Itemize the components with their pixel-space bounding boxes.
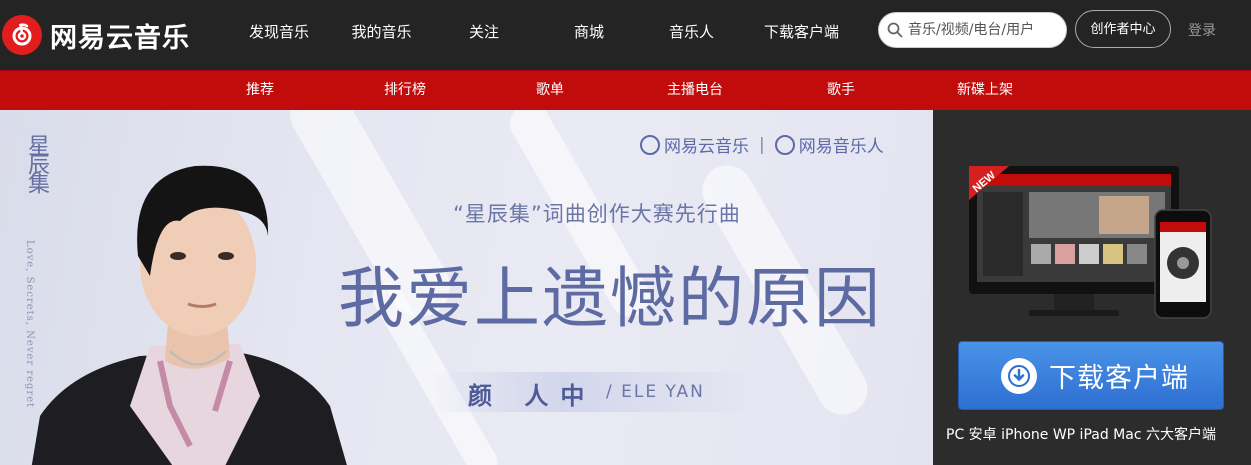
subnav-charts[interactable]: 排行榜 <box>384 71 426 111</box>
brand-netease-musician: 网易音乐人 <box>798 137 884 157</box>
search-icon <box>887 22 903 38</box>
brand-netease-music: 网易云音乐 <box>664 137 749 157</box>
top-bar: 网易云音乐 发现音乐 我的音乐 关注 商城 音乐人 下载客户端 创作者中心 登录 <box>0 0 1251 70</box>
download-client-button[interactable]: 下载客户端 <box>958 341 1224 410</box>
main-nav: 发现音乐 我的音乐 关注 商城 音乐人 下载客户端 <box>229 0 864 70</box>
subnav-radio[interactable]: 主播电台 <box>667 71 723 111</box>
download-panel: NEW 下载客户端 PC 安卓 iPhone WP iPad Mac 六大客户端 <box>933 110 1251 465</box>
nav-musician[interactable]: 音乐人 <box>644 0 739 70</box>
artist-portrait-image <box>31 165 347 465</box>
logo-text: 网易云音乐 <box>50 22 190 54</box>
download-button-label: 下载客户端 <box>1049 363 1189 394</box>
netease-music-logo-icon <box>640 134 660 155</box>
subnav-recommend[interactable]: 推荐 <box>246 71 274 111</box>
subnav-playlists[interactable]: 歌单 <box>536 71 564 111</box>
search-input[interactable] <box>906 21 1060 39</box>
banner-carousel[interactable]: 星辰集 Love, Secrets, Never regret 网易云音乐 | … <box>0 110 933 465</box>
banner-song-title: 我爱上遗憾的原因 <box>338 260 882 337</box>
partner-brands: 网易云音乐 | 网易音乐人 <box>640 132 884 157</box>
nav-mall[interactable]: 商城 <box>534 0 644 70</box>
subnav-artists[interactable]: 歌手 <box>827 71 855 111</box>
nav-download-client[interactable]: 下载客户端 <box>739 0 864 70</box>
logo[interactable]: 网易云音乐 <box>0 10 190 60</box>
netease-music-logo-icon <box>2 15 42 55</box>
artist-credit: 颜 人中 / ELE YAN <box>430 372 760 412</box>
artist-name-en: / ELE YAN <box>606 382 705 402</box>
banner-subtitle: “星辰集”词曲创作大赛先行曲 <box>453 202 741 226</box>
subnav-new-albums[interactable]: 新碟上架 <box>957 71 1013 111</box>
artist-name-cn: 颜 人中 <box>468 382 597 410</box>
divider: | <box>759 134 765 155</box>
devices-illustration: NEW <box>969 166 1212 319</box>
download-icon <box>1001 357 1037 394</box>
netease-musician-logo-icon <box>774 134 795 155</box>
nav-my-music[interactable]: 我的音乐 <box>329 0 434 70</box>
nav-discover[interactable]: 发现音乐 <box>229 0 329 70</box>
nav-follow[interactable]: 关注 <box>434 0 534 70</box>
supported-platforms: PC 安卓 iPhone WP iPad Mac 六大客户端 <box>946 427 1216 443</box>
search-box[interactable] <box>878 12 1067 48</box>
login-link[interactable]: 登录 <box>1188 20 1216 40</box>
creator-center-button[interactable]: 创作者中心 <box>1075 10 1171 48</box>
sub-nav: 推荐 排行榜 歌单 主播电台 歌手 新碟上架 <box>0 70 1251 111</box>
